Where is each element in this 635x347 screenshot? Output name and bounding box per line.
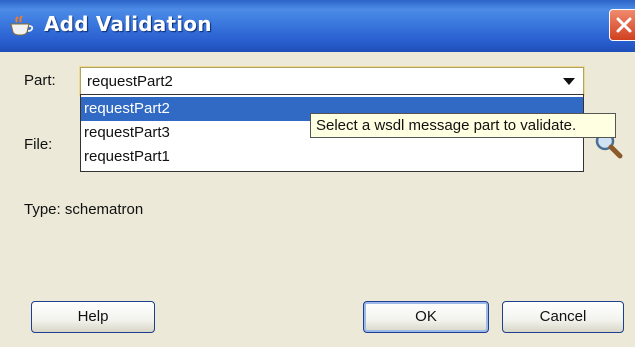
title-bar: Add Validation: [0, 0, 635, 52]
part-selected-value: requestPart2: [87, 73, 173, 90]
file-label: File:: [24, 136, 53, 153]
dialog-body: Part: requestPart2 File: Type: schematro…: [0, 52, 635, 347]
add-validation-dialog: Add Validation Part: requestPart2 File: …: [0, 0, 635, 347]
chevron-down-icon[interactable]: [563, 78, 575, 85]
ok-button-label: OK: [415, 308, 437, 325]
part-tooltip: Select a wsdl message part to validate.: [310, 113, 616, 138]
help-button-label: Help: [77, 308, 109, 325]
close-icon: [616, 17, 632, 33]
cancel-button[interactable]: Cancel: [502, 301, 624, 333]
help-button[interactable]: Help: [31, 301, 155, 333]
close-button[interactable]: [609, 9, 635, 41]
app-cup-icon: [8, 15, 34, 37]
dialog-title: Add Validation: [44, 12, 212, 36]
type-info: Type: schematron: [24, 201, 144, 218]
ok-button[interactable]: OK: [363, 301, 489, 333]
cancel-button-label: Cancel: [539, 308, 587, 325]
part-combobox[interactable]: requestPart2: [80, 67, 584, 95]
part-option-request-part1[interactable]: requestPart1: [81, 145, 583, 169]
part-label: Part:: [24, 72, 56, 89]
